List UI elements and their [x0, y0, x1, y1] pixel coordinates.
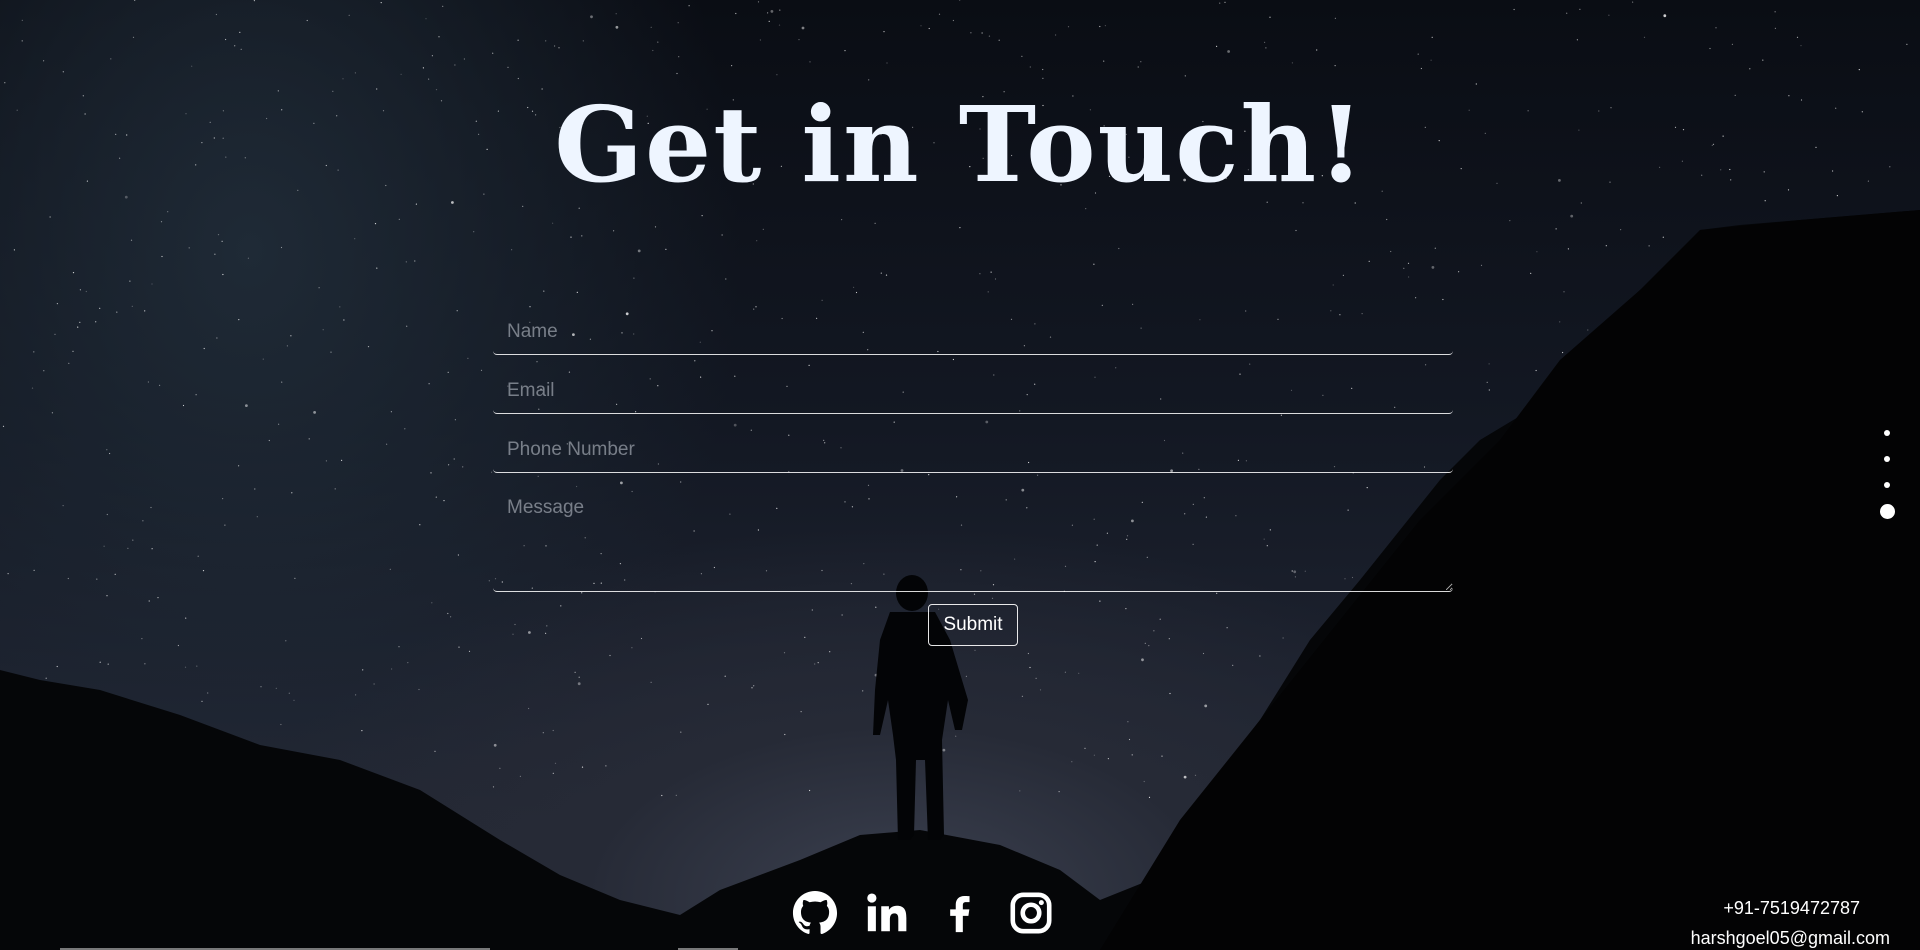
contact-info: +91-7519472787 harshgoel05@gmail.com [1691, 893, 1890, 950]
message-textarea[interactable] [493, 485, 1453, 592]
section-dot-4-active[interactable] [1879, 504, 1895, 519]
facebook-icon[interactable] [936, 890, 982, 936]
github-icon[interactable] [792, 890, 838, 936]
linkedin-icon[interactable] [864, 890, 910, 936]
section-dot-2[interactable] [1884, 456, 1890, 462]
contact-email: harshgoel05@gmail.com [1690, 928, 1890, 948]
submit-button[interactable]: Submit [928, 604, 1018, 646]
section-dot-3[interactable] [1884, 482, 1890, 488]
instagram-icon[interactable] [1008, 890, 1054, 936]
page-title: Get in Touch! [554, 83, 1366, 206]
submit-wrapper: Submit [493, 604, 1453, 646]
phone-input[interactable] [493, 426, 1453, 473]
social-links [792, 888, 1054, 938]
contact-phone: +91-7519472787 [1723, 898, 1860, 918]
section-nav-dots [1878, 430, 1896, 539]
email-input[interactable] [493, 367, 1453, 414]
name-input[interactable] [493, 308, 1453, 355]
section-dot-1[interactable] [1884, 430, 1890, 436]
contact-form: Submit [493, 308, 1453, 646]
